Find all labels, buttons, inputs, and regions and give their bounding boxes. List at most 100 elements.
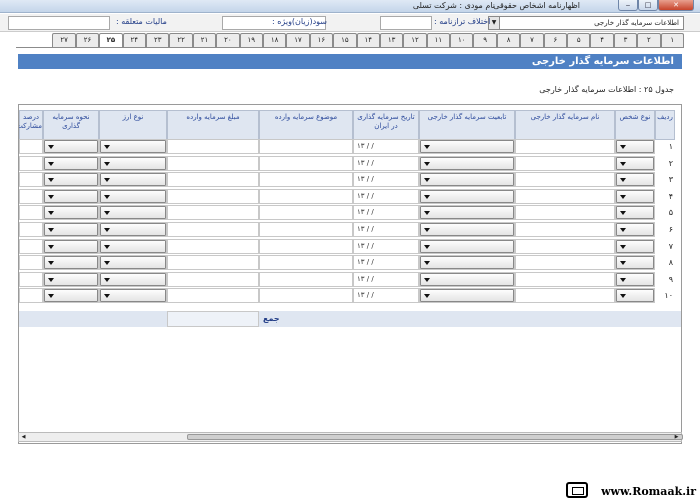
person-type-select-dropdown[interactable]: [616, 140, 654, 153]
share-input[interactable]: [19, 139, 43, 154]
share-input[interactable]: [19, 271, 43, 287]
currency-select-dropdown[interactable]: [100, 239, 166, 253]
tax-field[interactable]: [8, 16, 110, 30]
tab-9[interactable]: ۹: [473, 33, 497, 47]
method-select-dropdown[interactable]: [44, 156, 98, 170]
amount-input[interactable]: [167, 205, 259, 221]
investor-name-input[interactable]: [515, 255, 615, 271]
subject-input[interactable]: [259, 155, 353, 171]
tab-19[interactable]: ۱۹: [239, 33, 263, 47]
tab-11[interactable]: ۱۱: [426, 33, 451, 47]
nationality-select-dropdown[interactable]: [420, 206, 514, 220]
currency-select-dropdown[interactable]: [100, 223, 166, 236]
tab-20[interactable]: ۲۰: [216, 33, 240, 47]
investor-name-input[interactable]: [515, 139, 615, 154]
amount-input[interactable]: [167, 255, 259, 271]
share-input[interactable]: [19, 288, 43, 304]
subject-input[interactable]: [259, 288, 353, 304]
share-input[interactable]: [19, 238, 43, 254]
tab-22[interactable]: ۲۲: [169, 33, 193, 47]
subject-input[interactable]: [259, 188, 353, 204]
investor-name-input[interactable]: [515, 172, 615, 188]
share-input[interactable]: [19, 205, 43, 221]
subject-input[interactable]: [259, 238, 353, 254]
diff-field[interactable]: [380, 16, 432, 30]
method-select-dropdown[interactable]: [44, 173, 98, 187]
form-select[interactable]: ▼ اطلاعات سرمایه گذار خارجی: [488, 16, 684, 30]
tab-26[interactable]: ۲۶: [75, 33, 100, 47]
tab-1[interactable]: ۱: [660, 33, 684, 47]
method-select-dropdown[interactable]: [44, 206, 98, 220]
amount-input[interactable]: [167, 222, 259, 237]
investor-name-input[interactable]: [515, 188, 615, 204]
tab-21[interactable]: ۲۱: [192, 33, 217, 47]
nationality-select-dropdown[interactable]: [420, 256, 514, 270]
currency-select-dropdown[interactable]: [100, 272, 166, 286]
tab-12[interactable]: ۱۲: [403, 33, 427, 47]
tab-27[interactable]: ۲۷: [52, 33, 76, 47]
subject-input[interactable]: [259, 255, 353, 271]
method-select-dropdown[interactable]: [44, 223, 98, 236]
nationality-select-dropdown[interactable]: [420, 173, 514, 187]
investor-name-input[interactable]: [515, 222, 615, 237]
person-type-select-dropdown[interactable]: [616, 156, 654, 170]
scroll-right-icon[interactable]: ▶: [673, 434, 680, 441]
person-type-select-dropdown[interactable]: [616, 189, 654, 203]
person-type-select-dropdown[interactable]: [616, 223, 654, 236]
amount-input[interactable]: [167, 271, 259, 287]
nationality-select-dropdown[interactable]: [420, 140, 514, 153]
minimize-button[interactable]: ‒: [618, 0, 638, 11]
method-select-dropdown[interactable]: [44, 289, 98, 303]
nationality-select-dropdown[interactable]: [420, 289, 514, 303]
share-input[interactable]: [19, 172, 43, 188]
tab-14[interactable]: ۱۴: [356, 33, 380, 47]
amount-input[interactable]: [167, 139, 259, 154]
tab-6[interactable]: ۶: [543, 33, 568, 47]
currency-select-dropdown[interactable]: [100, 140, 166, 153]
amount-input[interactable]: [167, 288, 259, 304]
tab-16[interactable]: ۱۶: [309, 33, 334, 47]
tab-2[interactable]: ۲: [637, 33, 661, 47]
tab-24[interactable]: ۲۴: [122, 33, 147, 47]
currency-select-dropdown[interactable]: [100, 206, 166, 220]
tab-25[interactable]: ۲۵: [99, 33, 123, 48]
investor-name-input[interactable]: [515, 288, 615, 304]
nationality-select-dropdown[interactable]: [420, 156, 514, 170]
nationality-select-dropdown[interactable]: [420, 272, 514, 286]
subject-input[interactable]: [259, 271, 353, 287]
tab-7[interactable]: ۷: [520, 33, 544, 47]
investor-name-input[interactable]: [515, 205, 615, 221]
tab-5[interactable]: ۵: [567, 33, 591, 47]
currency-select-dropdown[interactable]: [100, 173, 166, 187]
investor-name-input[interactable]: [515, 155, 615, 171]
investor-name-input[interactable]: [515, 238, 615, 254]
person-type-select-dropdown[interactable]: [616, 289, 654, 303]
method-select-dropdown[interactable]: [44, 256, 98, 270]
tab-10[interactable]: ۱۰: [450, 33, 474, 47]
scroll-left-icon[interactable]: ◀: [20, 434, 27, 441]
person-type-select-dropdown[interactable]: [616, 206, 654, 220]
tab-13[interactable]: ۱۳: [379, 33, 404, 47]
close-button[interactable]: ✕: [658, 0, 694, 11]
horizontal-scrollbar[interactable]: ◀ ▶: [18, 432, 683, 442]
person-type-select-dropdown[interactable]: [616, 239, 654, 253]
tab-17[interactable]: ۱۷: [286, 33, 310, 47]
tab-15[interactable]: ۱۵: [333, 33, 357, 47]
currency-select-dropdown[interactable]: [100, 289, 166, 303]
method-select-dropdown[interactable]: [44, 140, 98, 153]
scroll-thumb[interactable]: [187, 434, 683, 440]
method-select-dropdown[interactable]: [44, 239, 98, 253]
tab-3[interactable]: ۳: [613, 33, 638, 47]
share-input[interactable]: [19, 188, 43, 204]
tab-8[interactable]: ۸: [496, 33, 521, 47]
investor-name-input[interactable]: [515, 271, 615, 287]
person-type-select-dropdown[interactable]: [616, 256, 654, 270]
method-select-dropdown[interactable]: [44, 189, 98, 203]
subject-input[interactable]: [259, 139, 353, 154]
share-input[interactable]: [19, 155, 43, 171]
method-select-dropdown[interactable]: [44, 272, 98, 286]
tab-18[interactable]: ۱۸: [262, 33, 287, 47]
subject-input[interactable]: [259, 172, 353, 188]
maximize-button[interactable]: □: [638, 0, 658, 11]
person-type-select-dropdown[interactable]: [616, 272, 654, 286]
